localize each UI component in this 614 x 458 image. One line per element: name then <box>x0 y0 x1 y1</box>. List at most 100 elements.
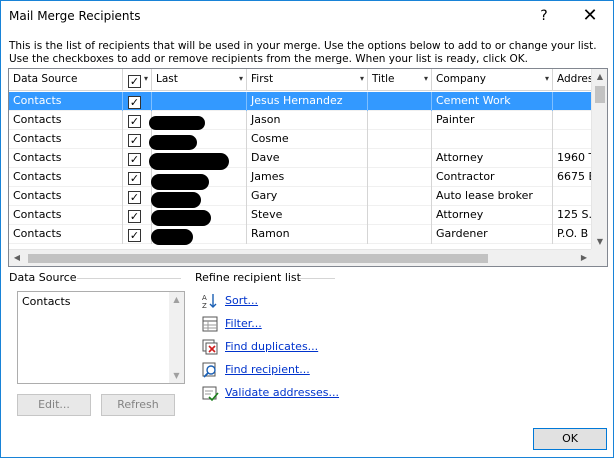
column-header-last[interactable]: Last ▾ <box>152 69 247 91</box>
data-source-item[interactable]: Contacts <box>22 295 71 308</box>
row-checkbox-cell: ✓ <box>123 206 152 225</box>
cell-title <box>368 130 432 149</box>
cell-first: Dave <box>247 149 368 168</box>
refresh-button[interactable]: Refresh <box>101 394 175 416</box>
cell-company: Painter <box>432 111 553 130</box>
window-title: Mail Merge Recipients <box>9 9 141 23</box>
cell-title <box>368 168 432 187</box>
redaction-mark <box>151 192 201 208</box>
cell-title <box>368 206 432 225</box>
row-checkbox-cell: ✓ <box>123 130 152 149</box>
cell-title <box>368 92 432 111</box>
intro-line-1: This is the list of recipients that will… <box>9 40 597 52</box>
cell-company: Attorney <box>432 149 553 168</box>
table-row[interactable]: Contacts ✓ Ramon Gardener P.O. B <box>9 225 592 244</box>
cell-address <box>553 111 592 130</box>
row-checkbox-cell: ✓ <box>123 111 152 130</box>
table-row[interactable]: Contacts ✓ Jason Painter <box>9 111 592 130</box>
table-row[interactable]: Contacts ✓ Cosme <box>9 130 592 149</box>
scroll-up-icon[interactable]: ▲ <box>592 69 607 85</box>
scroll-down-icon[interactable]: ▼ <box>169 368 184 383</box>
row-checkbox[interactable]: ✓ <box>128 172 141 185</box>
table-row[interactable]: Contacts ✓ Gary Auto lease broker <box>9 187 592 206</box>
table-row[interactable]: Contacts ✓ James Contractor6675 B <box>9 168 592 187</box>
help-button[interactable]: ? <box>521 1 567 31</box>
svg-text:Z: Z <box>202 302 207 310</box>
redaction-mark <box>151 174 209 190</box>
find-recipient-link[interactable]: Find recipient... <box>225 363 310 376</box>
redaction-mark <box>149 116 205 130</box>
grid-rows: Contacts ✓ Jesus Hernandez Cement Work Conta… <box>9 92 592 250</box>
scroll-right-icon[interactable]: ▶ <box>576 250 592 266</box>
cell-source: Contacts <box>9 92 123 111</box>
table-row[interactable]: Contacts ✓ Steve Attorney 125 S. <box>9 206 592 225</box>
row-checkbox[interactable]: ✓ <box>128 115 141 128</box>
row-checkbox[interactable]: ✓ <box>128 153 141 166</box>
validate-addresses-icon <box>201 384 219 402</box>
column-header-data-source[interactable]: Data Source <box>9 69 123 91</box>
data-source-list[interactable]: Contacts ▲ ▼ <box>17 291 185 384</box>
column-header-checkbox[interactable]: ✓ ▾ <box>123 69 152 91</box>
cell-title <box>368 187 432 206</box>
cell-last <box>152 92 247 111</box>
cell-address <box>553 130 592 149</box>
chevron-down-icon: ▾ <box>359 74 364 83</box>
cell-first: Steve <box>247 206 368 225</box>
edit-button[interactable]: Edit... <box>17 394 91 416</box>
scroll-left-icon[interactable]: ◀ <box>9 250 25 266</box>
cell-source: Contacts <box>9 206 123 225</box>
cell-company: Cement Work <box>432 92 553 111</box>
cell-first: Cosme <box>247 130 368 149</box>
ok-button[interactable]: OK <box>533 428 607 450</box>
title-bar: Mail Merge Recipients ? ✕ <box>1 1 613 31</box>
table-row[interactable]: Contacts ✓ Jesus Hernandez Cement Work <box>9 92 592 111</box>
cell-address <box>553 92 592 111</box>
redaction-mark <box>151 229 193 245</box>
scroll-down-icon[interactable]: ▼ <box>592 234 607 250</box>
cell-address: 1960 T <box>553 149 592 168</box>
row-checkbox[interactable]: ✓ <box>128 191 141 204</box>
cell-company: Gardener <box>432 225 553 244</box>
sort-link[interactable]: Sort... <box>225 294 258 307</box>
cell-first: James <box>247 168 368 187</box>
row-checkbox[interactable]: ✓ <box>128 96 141 109</box>
intro-line-2: Use the checkboxes to add or remove reci… <box>9 53 529 65</box>
column-header-title[interactable]: Title ▾ <box>368 69 432 91</box>
recipients-grid[interactable]: Data Source ✓ ▾ Last ▾ First ▾ Title ▾ C… <box>8 68 608 267</box>
svg-text:A: A <box>202 294 207 302</box>
divider <box>299 278 335 279</box>
redaction-mark <box>149 135 197 150</box>
cell-company: Contractor <box>432 168 553 187</box>
row-checkbox-cell: ✓ <box>123 92 152 111</box>
chevron-down-icon: ▾ <box>238 74 243 83</box>
cell-company: Attorney <box>432 206 553 225</box>
row-checkbox[interactable]: ✓ <box>128 134 141 147</box>
row-checkbox[interactable]: ✓ <box>128 229 141 242</box>
horizontal-scroll-thumb[interactable] <box>28 254 488 263</box>
row-checkbox[interactable]: ✓ <box>128 210 141 223</box>
filter-link[interactable]: Filter... <box>225 317 262 330</box>
chevron-down-icon: ▾ <box>544 74 549 83</box>
validate-addresses-link[interactable]: Validate addresses... <box>225 386 339 399</box>
column-header-address[interactable]: Addres <box>553 69 592 91</box>
find-duplicates-icon <box>201 338 219 356</box>
table-row[interactable]: Contacts ✓ Dave Attorney 1960 T <box>9 149 592 168</box>
cell-source: Contacts <box>9 225 123 244</box>
cell-address: 6675 B <box>553 168 592 187</box>
find-duplicates-link[interactable]: Find duplicates... <box>225 340 318 353</box>
scroll-up-icon[interactable]: ▲ <box>169 292 184 307</box>
data-source-scrollbar[interactable]: ▲ ▼ <box>169 292 184 383</box>
row-checkbox-cell: ✓ <box>123 225 152 244</box>
cell-address: 125 S. <box>553 206 592 225</box>
cell-source: Contacts <box>9 149 123 168</box>
select-all-checkbox[interactable]: ✓ <box>128 75 141 88</box>
horizontal-scrollbar[interactable]: ◀ ▶ <box>9 249 592 266</box>
grid-header: Data Source ✓ ▾ Last ▾ First ▾ Title ▾ C… <box>9 69 592 91</box>
cell-address: P.O. B <box>553 225 592 244</box>
vertical-scroll-thumb[interactable] <box>595 86 605 103</box>
column-header-first[interactable]: First ▾ <box>247 69 368 91</box>
vertical-scrollbar[interactable]: ▲ ▼ <box>591 69 607 250</box>
column-header-company[interactable]: Company ▾ <box>432 69 553 91</box>
cell-address <box>553 187 592 206</box>
close-button[interactable]: ✕ <box>567 1 613 31</box>
